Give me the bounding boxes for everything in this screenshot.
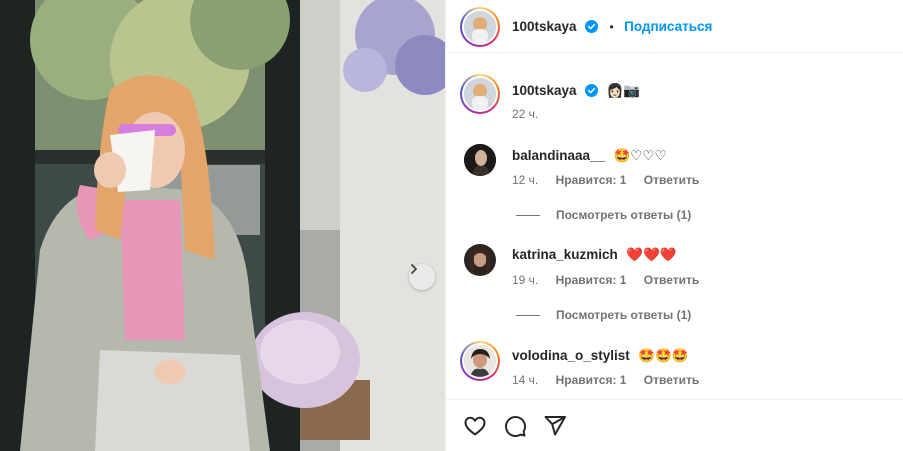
comment-icon[interactable] bbox=[503, 414, 527, 438]
share-icon[interactable] bbox=[543, 414, 567, 438]
replies-divider bbox=[516, 214, 540, 216]
comment-row: katrina_kuzmich ❤️❤️❤️ bbox=[512, 246, 677, 264]
comment-username[interactable]: balandinaaa__ bbox=[512, 148, 605, 163]
caption-time: 22 ч. bbox=[512, 107, 539, 121]
comment-text: 🤩♡♡♡ bbox=[613, 148, 667, 163]
caption: 100tskaya 👩🏻📷 bbox=[512, 82, 640, 100]
chevron-right-icon bbox=[411, 264, 417, 274]
comment-time: 14 ч. bbox=[512, 373, 539, 387]
verified-badge-icon bbox=[585, 84, 599, 97]
comment-time: 12 ч. bbox=[512, 173, 539, 187]
view-replies-label: Посмотреть ответы (1) bbox=[556, 308, 692, 322]
comment-avatar[interactable] bbox=[464, 244, 496, 276]
comment-username[interactable]: volodina_o_stylist bbox=[512, 348, 630, 363]
reply-button[interactable]: Ответить bbox=[644, 273, 699, 287]
comment-likes[interactable]: Нравится: 1 bbox=[556, 273, 627, 287]
view-replies-button[interactable]: Посмотреть ответы (1) bbox=[516, 208, 691, 222]
post-photo[interactable] bbox=[0, 0, 445, 451]
post-side-panel: 100tskaya • Подписаться 100tskaya 👩🏻📷 22… bbox=[445, 0, 903, 451]
next-photo-button[interactable] bbox=[409, 264, 435, 290]
post-image bbox=[0, 0, 445, 451]
verified-badge-icon bbox=[585, 20, 599, 33]
comment-likes[interactable]: Нравится: 1 bbox=[556, 373, 627, 387]
caption-username[interactable]: 100tskaya bbox=[512, 83, 577, 98]
reply-button[interactable]: Ответить bbox=[644, 173, 699, 187]
caption-avatar[interactable] bbox=[460, 74, 500, 114]
view-replies-button[interactable]: Посмотреть ответы (1) bbox=[516, 308, 691, 322]
reply-button[interactable]: Ответить bbox=[644, 373, 699, 387]
comment-text: 🤩🤩🤩 bbox=[638, 348, 689, 363]
view-replies-label: Посмотреть ответы (1) bbox=[556, 208, 692, 222]
comment-row: volodina_o_stylist 🤩🤩🤩 bbox=[512, 347, 689, 365]
comment-time: 19 ч. bbox=[512, 273, 539, 287]
replies-divider bbox=[516, 314, 540, 316]
post-actions bbox=[446, 399, 903, 451]
comment-meta: 19 ч. Нравится: 1 Ответить bbox=[512, 273, 699, 287]
author-username[interactable]: 100tskaya bbox=[512, 19, 577, 34]
comment-meta: 14 ч. Нравится: 1 Ответить bbox=[512, 373, 699, 387]
comment-text: ❤️❤️❤️ bbox=[626, 247, 677, 262]
comment-avatar[interactable] bbox=[464, 144, 496, 176]
post-header: 100tskaya • Подписаться bbox=[446, 0, 903, 53]
comment-username[interactable]: katrina_kuzmich bbox=[512, 247, 618, 262]
comment-row: balandinaaa__ 🤩♡♡♡ bbox=[512, 147, 667, 165]
heart-icon[interactable] bbox=[463, 414, 487, 438]
caption-text: 👩🏻📷 bbox=[606, 83, 641, 98]
comment-likes[interactable]: Нравится: 1 bbox=[556, 173, 627, 187]
comment-avatar[interactable] bbox=[460, 341, 500, 381]
header-separator: • bbox=[609, 20, 614, 34]
author-avatar[interactable] bbox=[460, 7, 500, 47]
follow-button[interactable]: Подписаться bbox=[624, 19, 712, 34]
comment-meta: 12 ч. Нравится: 1 Ответить bbox=[512, 173, 699, 187]
